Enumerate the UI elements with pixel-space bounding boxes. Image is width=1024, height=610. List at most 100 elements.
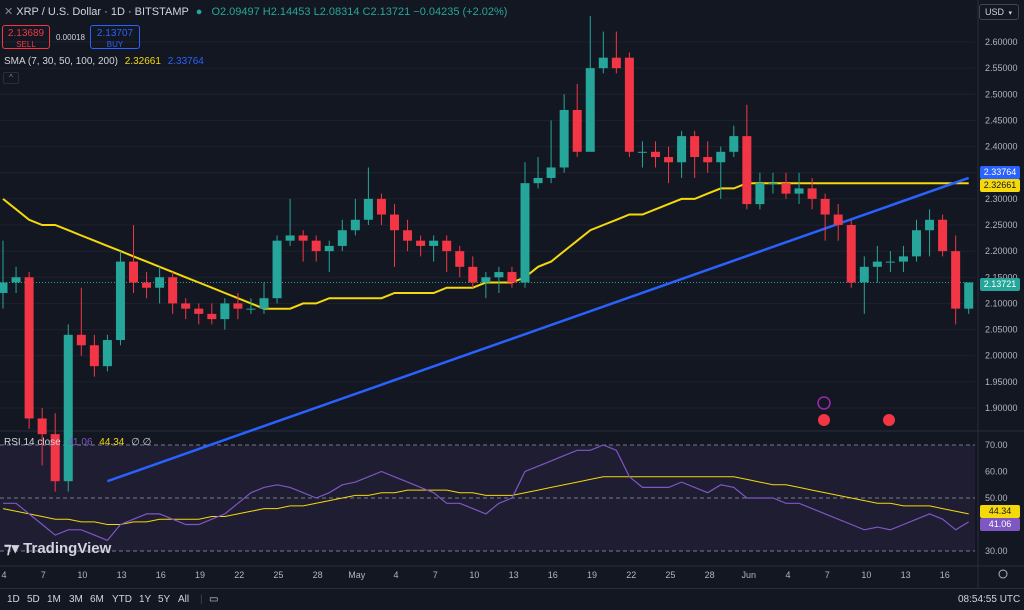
tradingview-logo[interactable]: ⁊▾ TradingView	[4, 539, 111, 557]
rsi-value: 41.06	[67, 437, 93, 448]
candle-body	[546, 167, 556, 178]
candle	[11, 266, 21, 293]
candle-body	[142, 282, 152, 288]
timeframe-ytd[interactable]: YTD	[112, 594, 132, 605]
candle	[363, 167, 373, 225]
price-tick-label: 1.95000	[985, 377, 1018, 387]
spread-value: 0.00018	[56, 33, 85, 42]
buy-price: 2.13707	[96, 28, 134, 39]
time-tick-label: 7	[825, 570, 830, 580]
candle-body	[912, 230, 921, 257]
candle-body	[168, 277, 178, 304]
timeframe-6m[interactable]: 6M	[90, 594, 104, 605]
candle	[624, 52, 634, 158]
candle-body	[37, 418, 47, 435]
candle-body	[442, 240, 452, 252]
collapse-legend-button[interactable]: ^	[3, 72, 19, 84]
candle	[559, 94, 569, 173]
candle	[272, 235, 282, 304]
candle-body	[337, 230, 347, 246]
candle	[898, 245, 908, 273]
timeframe-all[interactable]: All	[178, 594, 189, 605]
candle	[168, 272, 178, 314]
candle	[494, 266, 504, 293]
timeframe-1m[interactable]: 1M	[47, 594, 61, 605]
candle	[142, 272, 152, 299]
candle-body	[285, 235, 295, 241]
sell-button[interactable]: 2.13689 SELL	[2, 25, 50, 49]
candle	[677, 130, 687, 178]
price-tick-label: 2.25000	[985, 220, 1018, 230]
timeframe-3m[interactable]: 3M	[69, 594, 83, 605]
candle	[442, 235, 452, 273]
time-tick-label: 13	[117, 570, 127, 580]
candle-body	[624, 57, 634, 152]
price-tick-label: 2.20000	[985, 246, 1018, 256]
candle-body	[781, 183, 791, 194]
candle	[703, 141, 713, 173]
candle-body	[872, 261, 882, 267]
time-tick-label: 16	[548, 570, 558, 580]
candle-body	[859, 266, 869, 283]
candle	[951, 235, 961, 325]
candle-body	[376, 198, 386, 215]
candle	[520, 162, 530, 288]
candle	[429, 235, 439, 262]
candle-body	[885, 261, 895, 263]
candle-body	[181, 303, 191, 309]
rsi-legend[interactable]: RSI 14 close 41.06 44.34 ∅ ∅	[4, 437, 151, 448]
candle-body	[677, 136, 687, 163]
price-tick-label: 2.40000	[985, 142, 1018, 152]
candle	[833, 204, 843, 241]
sma-value-yellow: 2.32661	[124, 56, 161, 67]
candle-body	[520, 183, 530, 283]
price-chart[interactable]: 2.600002.550002.500002.450002.400002.350…	[0, 0, 1024, 588]
timeframe-5d[interactable]: 5D	[27, 594, 40, 605]
timeframe-1d[interactable]: 1D	[7, 594, 20, 605]
chevron-down-icon: ▾	[1008, 10, 1013, 17]
timeframe-5y[interactable]: 5Y	[158, 594, 170, 605]
calendar-icon[interactable]: ▭	[209, 594, 218, 605]
candle	[468, 256, 478, 288]
candle	[246, 298, 256, 314]
candle-body	[598, 57, 608, 69]
event-lightning-icon	[817, 396, 831, 410]
time-tick-label: 10	[469, 570, 479, 580]
candle-body	[729, 136, 739, 152]
buy-button[interactable]: 2.13707 BUY	[90, 25, 140, 49]
candle	[350, 198, 360, 236]
candle-body	[468, 266, 478, 283]
symbol-title[interactable]: ✕ XRP / U.S. Dollar · 1D · BITSTAMP ● O2…	[4, 5, 507, 18]
clock-time[interactable]: 08:54:55 UTC	[958, 594, 1020, 605]
candle-body	[938, 219, 948, 252]
timeframe-1y[interactable]: 1Y	[139, 594, 151, 605]
tradingview-text: TradingView	[23, 540, 112, 557]
rsi-tick-label: 50.00	[985, 493, 1008, 503]
candle-body	[559, 109, 569, 168]
candle-body	[298, 235, 308, 241]
price-tick-label: 2.50000	[985, 89, 1018, 99]
time-tick-label: 25	[273, 570, 283, 580]
candle-body	[246, 308, 256, 310]
candle	[598, 31, 608, 74]
candle-body	[846, 225, 856, 283]
chart-app: 2.600002.550002.500002.450002.400002.350…	[0, 0, 1024, 610]
time-tick-label: 10	[861, 570, 871, 580]
candle-body	[24, 277, 34, 419]
candle-body	[455, 251, 465, 267]
candle-body	[964, 282, 974, 309]
close-icon[interactable]: ✕	[4, 6, 13, 18]
candle	[925, 209, 935, 257]
candle	[938, 214, 948, 257]
sma-legend[interactable]: SMA (7, 30, 50, 100, 200) 2.32661 2.3376…	[4, 56, 204, 67]
candle	[846, 219, 856, 288]
candle	[63, 324, 73, 492]
candle-body	[703, 157, 713, 163]
currency-button[interactable]: USD ▾	[979, 4, 1019, 20]
time-tick-label: 19	[587, 570, 597, 580]
candle-body	[507, 272, 517, 283]
candle-body	[494, 272, 504, 278]
candle	[572, 83, 582, 158]
candle-body	[11, 277, 21, 283]
candle-body	[429, 240, 439, 246]
